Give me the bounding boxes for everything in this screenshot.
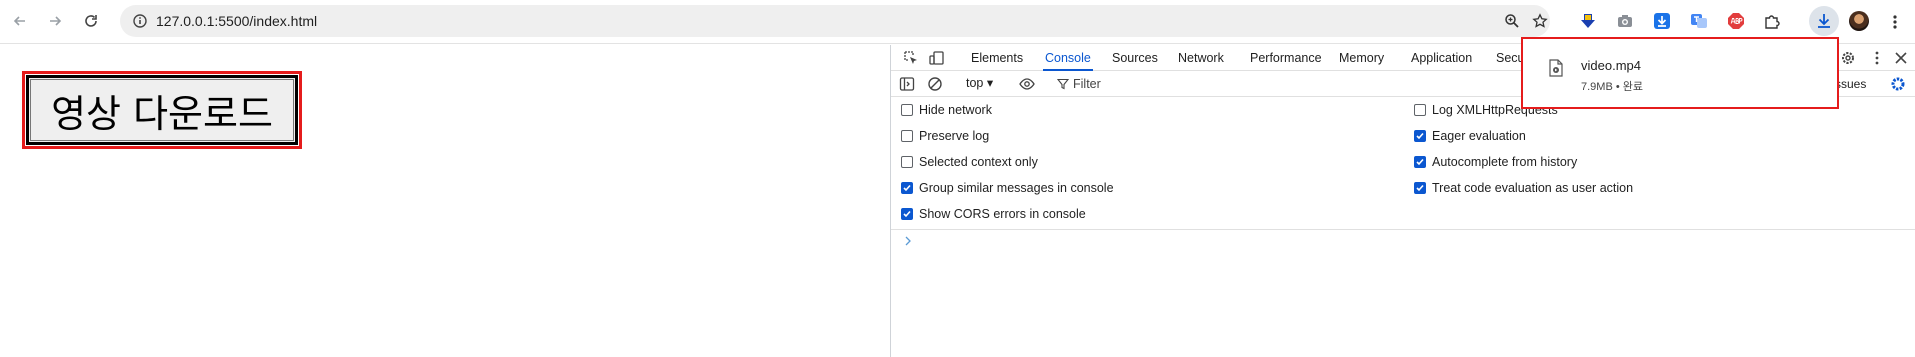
checkbox[interactable] (1414, 130, 1426, 142)
extension-arrow-button[interactable] (1578, 11, 1598, 31)
checkbox[interactable] (901, 208, 913, 220)
setting-autocomplete-history[interactable]: Autocomplete from history (1414, 154, 1577, 170)
setting-label: Hide network (919, 103, 992, 117)
checkmark-icon (1416, 158, 1424, 166)
download-arrow-extension-icon (1581, 14, 1595, 28)
downloads-button[interactable] (1809, 6, 1839, 36)
puzzle-icon (1765, 15, 1780, 29)
filter-icon (1057, 78, 1069, 90)
setting-eager-evaluation[interactable]: Eager evaluation (1414, 128, 1526, 144)
download-status: 7.9MB • 완료 (1581, 81, 1643, 93)
video-download-extension-icon (1654, 13, 1670, 29)
checkmark-icon (903, 184, 911, 192)
console-settings-icon[interactable] (1890, 76, 1906, 92)
setting-label: Treat code evaluation as user action (1432, 181, 1634, 195)
url-text[interactable]: 127.0.0.1:5500/index.html (156, 13, 317, 29)
chrome-menu-icon[interactable] (1890, 12, 1900, 32)
checkbox[interactable] (901, 156, 913, 168)
checkbox[interactable] (901, 130, 913, 142)
device-toolbar-icon[interactable] (929, 50, 945, 66)
checkbox[interactable] (901, 104, 913, 116)
reload-button[interactable] (79, 9, 103, 33)
bookmark-star-icon[interactable] (1532, 13, 1548, 29)
reload-icon (85, 15, 97, 27)
extensions-menu-button[interactable] (1762, 11, 1782, 31)
console-settings-pane: Hide network Preserve log Selected conte… (891, 98, 1915, 230)
tab-performance[interactable]: Performance (1250, 45, 1322, 71)
forward-button[interactable] (43, 9, 67, 33)
checkmark-icon (903, 210, 911, 218)
setting-label: Eager evaluation (1432, 129, 1526, 143)
checkbox[interactable] (901, 182, 913, 194)
download-file-name[interactable]: video.mp4 (1581, 58, 1641, 73)
setting-group-similar[interactable]: Group similar messages in console (901, 180, 1114, 196)
address-bar[interactable]: 127.0.0.1:5500/index.html (120, 5, 1550, 37)
setting-show-cors-errors[interactable]: Show CORS errors in console (901, 206, 1086, 222)
setting-label: Group similar messages in console (919, 181, 1114, 195)
setting-label: Selected context only (919, 155, 1038, 169)
tab-network[interactable]: Network (1178, 45, 1224, 71)
translate-icon (1691, 14, 1707, 28)
extension-download-button[interactable] (1652, 11, 1672, 31)
extension-translate-button[interactable] (1689, 11, 1709, 31)
setting-preserve-log[interactable]: Preserve log (901, 128, 989, 144)
extension-adblock-button[interactable] (1726, 11, 1746, 31)
clear-console-icon[interactable] (927, 76, 943, 92)
video-download-button[interactable]: 영상 다운로드 (26, 75, 298, 145)
file-icon (1549, 59, 1563, 77)
console-filter-input[interactable]: Filter (1051, 74, 1411, 94)
arrow-right-icon (50, 16, 62, 26)
setting-label: Show CORS errors in console (919, 207, 1086, 221)
setting-label: Autocomplete from history (1432, 155, 1578, 169)
devtools-more-icon[interactable] (1869, 50, 1885, 66)
tab-elements[interactable]: Elements (971, 45, 1023, 71)
camera-icon (1618, 15, 1632, 27)
checkmark-icon (1416, 132, 1424, 140)
context-value: top (966, 76, 984, 90)
checkbox[interactable] (1414, 104, 1426, 116)
devtools-settings-icon[interactable] (1840, 50, 1856, 66)
setting-treat-code-evaluation[interactable]: Treat code evaluation as user action (1414, 180, 1633, 196)
checkbox[interactable] (1414, 182, 1426, 194)
inspect-element-icon[interactable] (903, 50, 919, 66)
live-expression-eye-icon[interactable] (1019, 76, 1035, 92)
filter-placeholder: Filter (1073, 77, 1101, 91)
devtools-close-icon[interactable] (1893, 50, 1909, 66)
tab-memory[interactable]: Memory (1339, 45, 1384, 71)
setting-selected-context-only[interactable]: Selected context only (901, 154, 1038, 170)
profile-avatar[interactable] (1849, 11, 1869, 31)
setting-label: Preserve log (919, 129, 990, 143)
console-prompt-chevron-icon[interactable] (903, 235, 913, 247)
context-select[interactable]: top ▾ (966, 75, 993, 90)
arrow-left-icon (13, 16, 25, 26)
sidebar-toggle-icon[interactable] (899, 76, 915, 92)
back-button[interactable] (8, 9, 32, 33)
tab-console[interactable]: Console (1043, 45, 1093, 71)
download-bubble[interactable]: video.mp4 7.9MB • 완료 (1521, 37, 1839, 109)
download-icon (1818, 14, 1830, 28)
checkmark-icon (1416, 184, 1424, 192)
adblock-icon (1728, 13, 1744, 29)
extension-camera-button[interactable] (1615, 11, 1635, 31)
issues-label[interactable]: ssues (1835, 77, 1866, 91)
zoom-icon[interactable] (1504, 13, 1520, 29)
tab-application[interactable]: Application (1411, 45, 1472, 71)
setting-hide-network[interactable]: Hide network (901, 102, 992, 118)
site-info-icon[interactable] (132, 13, 148, 29)
page-viewport: 영상 다운로드 (0, 45, 890, 357)
checkbox[interactable] (1414, 156, 1426, 168)
tab-sources[interactable]: Sources (1112, 45, 1158, 71)
